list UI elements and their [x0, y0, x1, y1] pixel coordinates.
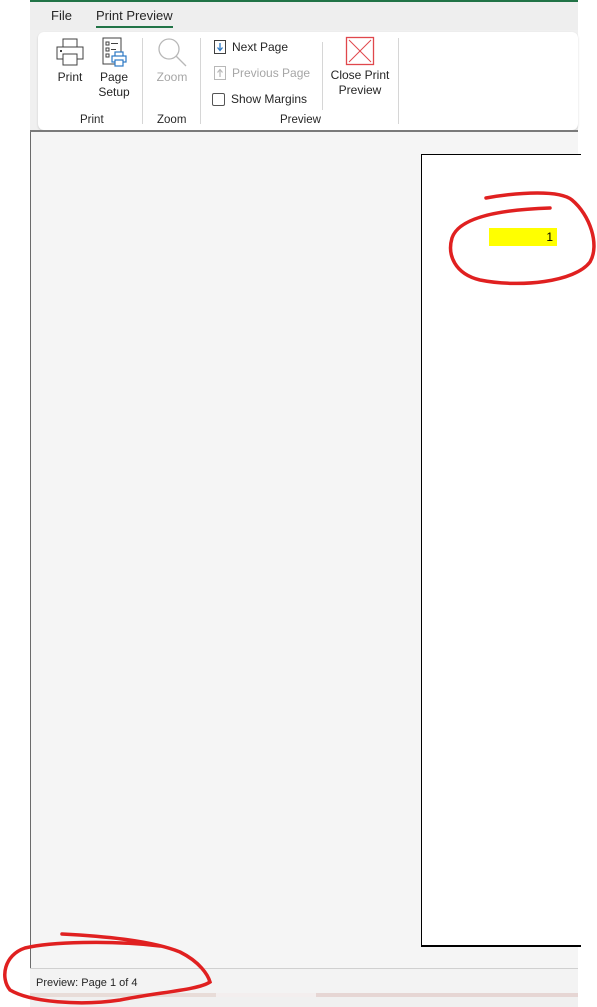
taskbar-strip: [30, 993, 578, 997]
close-x-icon: [345, 36, 375, 66]
status-bar: Preview: Page 1 of 4: [30, 968, 578, 994]
group-separator: [398, 38, 399, 124]
page-setup-label-line1: Page: [99, 70, 129, 84]
next-page-label: Next Page: [232, 40, 289, 54]
close-print-preview-label-line1: Close Print: [330, 68, 390, 82]
print-button-label: Print: [57, 70, 83, 84]
highlighted-cell: 1: [489, 228, 557, 246]
print-button[interactable]: Print: [52, 36, 88, 84]
checkbox-unchecked-icon[interactable]: [212, 92, 225, 106]
arrow-up-icon: [214, 66, 226, 80]
page-setup-button[interactable]: Page Setup: [96, 36, 132, 100]
close-print-preview-button[interactable]: Close Print Preview: [328, 36, 392, 98]
status-page-indicator: Preview: Page 1 of 4: [36, 977, 138, 989]
next-page-button[interactable]: Next Page: [214, 38, 288, 56]
group-separator: [142, 38, 143, 124]
tab-print-preview[interactable]: Print Preview: [96, 8, 173, 28]
group-label-zoom: Zoom: [157, 114, 187, 126]
show-margins-label: Show Margins: [231, 92, 308, 106]
group-separator: [322, 42, 323, 110]
group-label-preview: Preview: [280, 114, 321, 126]
arrow-down-icon: [214, 40, 226, 54]
zoom-button-label: Zoom: [156, 70, 188, 84]
close-print-preview-label-line2: Preview: [338, 83, 382, 97]
preview-page: 1: [421, 154, 581, 947]
group-separator: [200, 38, 201, 124]
page-setup-icon: [102, 37, 127, 67]
ribbon-tab-bar: File Print Preview: [30, 2, 578, 30]
tab-file[interactable]: File: [51, 8, 72, 23]
zoom-button[interactable]: Zoom: [150, 36, 194, 84]
ribbon: Print Page Setup Print Zoom Zoom Next Pa…: [38, 32, 578, 130]
show-margins-checkbox[interactable]: Show Margins: [212, 90, 307, 108]
excel-window: File Print Preview Print Page Setup Prin…: [30, 0, 581, 1007]
print-preview-area[interactable]: 1: [30, 132, 581, 968]
previous-page-button[interactable]: Previous Page: [214, 64, 310, 82]
printer-icon: [56, 38, 84, 66]
page-setup-label-line2: Setup: [98, 85, 130, 99]
previous-page-label: Previous Page: [232, 66, 311, 80]
magnifier-icon: [158, 38, 187, 67]
group-label-print: Print: [80, 114, 104, 126]
